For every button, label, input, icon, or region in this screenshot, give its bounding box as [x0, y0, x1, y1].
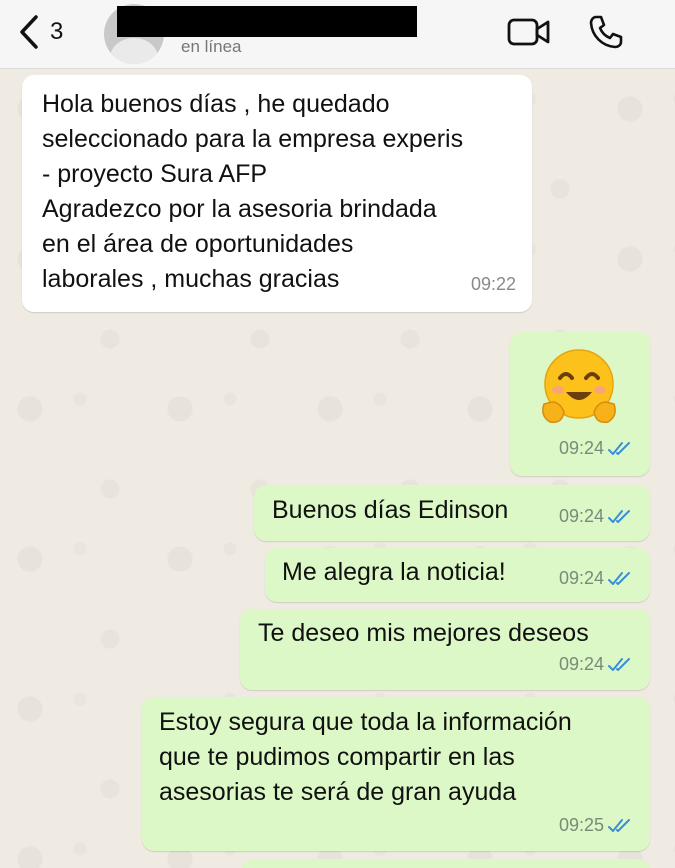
message-time: 09:24: [558, 568, 604, 588]
message-incoming[interactable]: Hola buenos días , he quedado selecciona…: [22, 75, 532, 312]
message-time: 09:24: [558, 438, 604, 458]
read-double-check-icon: [608, 657, 630, 671]
read-double-check-icon: [608, 509, 630, 523]
message-outgoing[interactable]: Te deseo mis mejores deseos 09:24: [240, 609, 650, 690]
message-text: Hola buenos días , he quedado selecciona…: [42, 90, 464, 293]
contact-name-redacted[interactable]: [117, 6, 417, 37]
message-outgoing-partial[interactable]: [242, 859, 650, 868]
video-call-icon: [507, 18, 550, 46]
hugging-face-emoji: [542, 349, 616, 424]
message-time: 09:25: [558, 815, 604, 835]
video-call-button[interactable]: [507, 16, 551, 53]
phone-icon: [589, 15, 623, 49]
contact-status: en línea: [181, 37, 242, 56]
chevron-left-icon: [20, 15, 38, 49]
read-double-check-icon: [608, 571, 630, 585]
message-outgoing[interactable]: Buenos días Edinson 09:24: [254, 485, 650, 541]
read-double-check-icon: [608, 818, 630, 832]
message-text: Te deseo mis mejores deseos: [258, 619, 589, 647]
message-outgoing[interactable]: Estoy segura que toda la información que…: [142, 697, 650, 851]
unread-count: 3: [50, 18, 64, 45]
message-outgoing-emoji[interactable]: 09:24: [510, 332, 650, 476]
message-text: Me alegra la noticia!: [282, 558, 506, 586]
read-double-check-icon: [608, 441, 630, 455]
chat-area[interactable]: Hola buenos días , he quedado selecciona…: [0, 69, 675, 868]
message-time: 09:24: [558, 506, 604, 526]
message-text: Buenos días Edinson: [272, 496, 509, 524]
phone-call-button[interactable]: [588, 14, 624, 55]
chat-header: 3 en línea: [0, 0, 675, 69]
message-text: Estoy segura que toda la información que…: [159, 708, 572, 806]
message-outgoing[interactable]: Me alegra la noticia! 09:24: [265, 548, 650, 602]
message-time: 09:22: [470, 274, 516, 294]
back-button[interactable]: 3: [18, 14, 63, 50]
message-time: 09:24: [558, 654, 604, 674]
